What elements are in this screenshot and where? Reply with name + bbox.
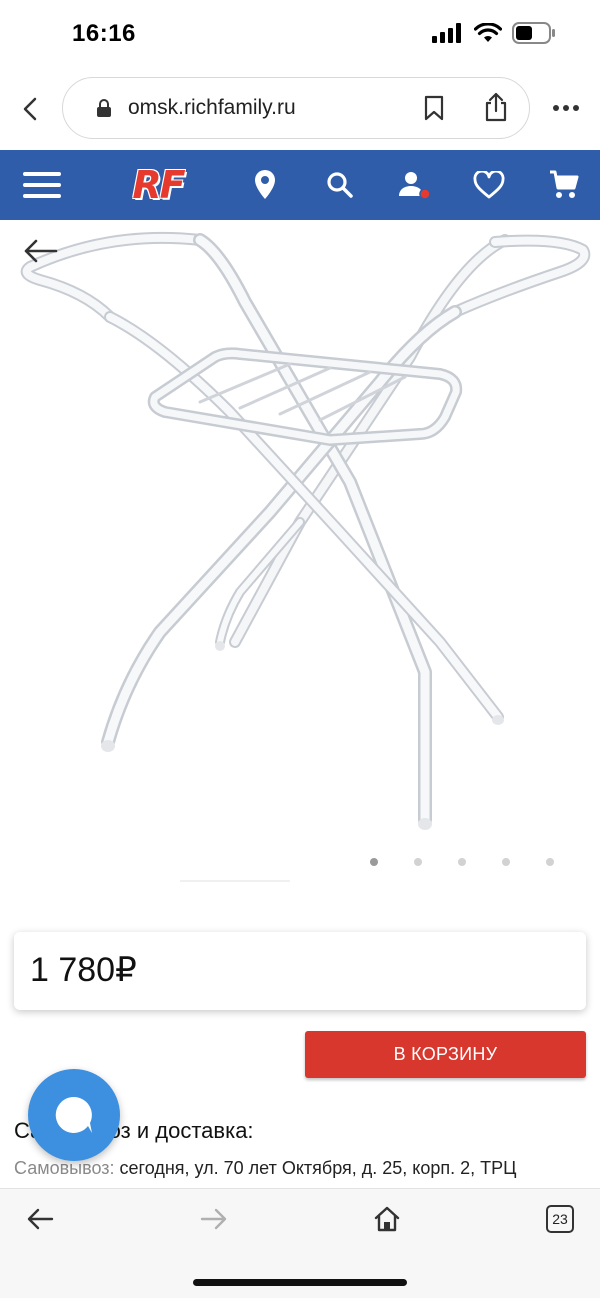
signal-icon <box>432 23 461 43</box>
bookmark-icon[interactable] <box>423 95 445 121</box>
chat-button[interactable] <box>28 1069 120 1161</box>
gallery-dot[interactable] <box>502 858 510 866</box>
home-indicator <box>193 1279 407 1286</box>
pickup-info: Самовывоз: сегодня, ул. 70 лет Октября, … <box>14 1158 516 1179</box>
site-header: RF <box>0 150 600 220</box>
user-icon[interactable] <box>393 150 435 220</box>
browser-back-chevron-icon[interactable] <box>20 96 40 122</box>
pickup-value: сегодня, ул. 70 лет Октября, д. 25, корп… <box>114 1158 517 1178</box>
url-text[interactable]: omsk.richfamily.ru <box>128 96 296 120</box>
pickup-label: Самовывоз: <box>14 1158 115 1178</box>
toolbar-forward-icon[interactable] <box>200 1207 228 1231</box>
gallery-dot[interactable] <box>546 858 554 866</box>
gallery-pagination <box>370 858 554 866</box>
heart-icon[interactable] <box>468 150 510 220</box>
more-icon[interactable] <box>552 104 580 112</box>
product-price: 1 780₽ <box>30 951 137 989</box>
site-logo[interactable]: RF <box>120 150 196 220</box>
lock-icon <box>97 99 111 117</box>
gallery-back-arrow-icon[interactable] <box>22 238 58 264</box>
tabs-count-button[interactable]: 23 <box>546 1205 574 1233</box>
divider <box>180 880 290 882</box>
toolbar-back-icon[interactable] <box>26 1207 54 1231</box>
chat-bubble-icon <box>55 1096 92 1133</box>
gallery-dot[interactable] <box>414 858 422 866</box>
toolbar-home-icon[interactable] <box>373 1205 401 1233</box>
gallery-dot[interactable] <box>370 858 378 866</box>
location-icon[interactable] <box>245 150 285 220</box>
hamburger-menu-icon[interactable] <box>18 150 66 220</box>
battery-icon <box>512 22 555 44</box>
wifi-icon <box>474 23 502 42</box>
gallery-dot[interactable] <box>458 858 466 866</box>
product-image[interactable] <box>0 222 600 882</box>
share-icon[interactable] <box>483 91 509 123</box>
status-icons <box>432 22 556 44</box>
status-time: 16:16 <box>72 20 136 47</box>
add-to-cart-button[interactable]: В КОРЗИНУ <box>305 1031 586 1078</box>
search-icon[interactable] <box>320 150 360 220</box>
cart-icon[interactable] <box>543 150 585 220</box>
